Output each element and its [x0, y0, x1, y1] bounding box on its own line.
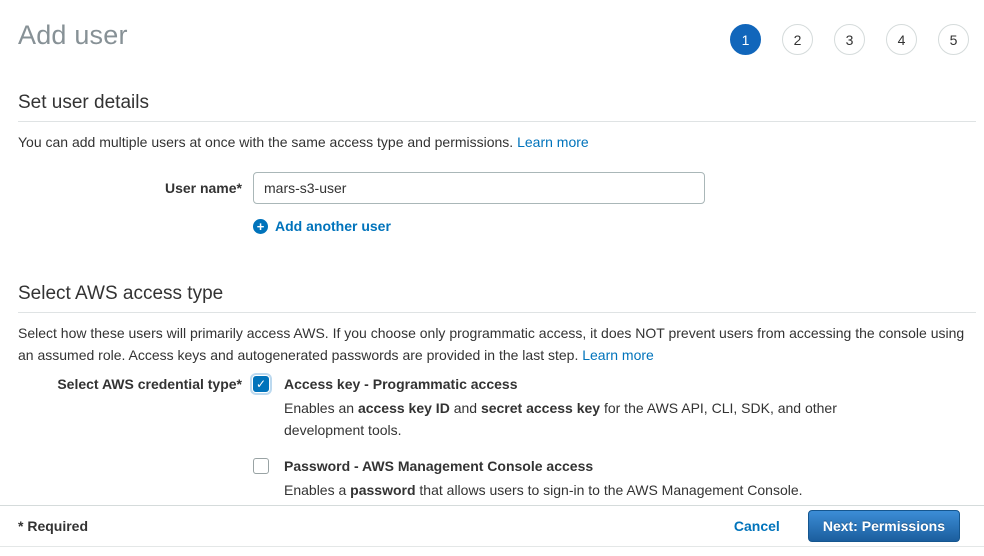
- required-note: * Required: [18, 518, 88, 534]
- password-option-body: Password - AWS Management Console access…: [284, 457, 803, 501]
- wizard-step-3: 3: [834, 24, 865, 55]
- username-input[interactable]: [253, 172, 705, 204]
- credential-type-label: Select AWS credential type*: [18, 375, 253, 501]
- add-another-user-label: Add another user: [275, 218, 391, 234]
- set-user-details-section: Set user details You can add multiple us…: [0, 92, 984, 234]
- access-type-intro: Select how these users will primarily ac…: [18, 322, 976, 366]
- cancel-button[interactable]: Cancel: [734, 518, 780, 534]
- access-key-option: ✓ Access key - Programmatic access Enabl…: [253, 375, 844, 441]
- access-key-option-desc: Enables an access key ID and secret acce…: [284, 397, 844, 441]
- wizard-step-1: 1: [730, 24, 761, 55]
- next-permissions-button[interactable]: Next: Permissions: [808, 510, 960, 542]
- access-key-option-title: Access key - Programmatic access: [284, 375, 844, 394]
- set-user-details-heading: Set user details: [18, 92, 976, 122]
- add-another-user-link[interactable]: + Add another user: [253, 218, 391, 234]
- access-type-intro-text: Select how these users will primarily ac…: [18, 325, 964, 363]
- credential-type-row: Select AWS credential type* ✓ Access key…: [18, 375, 976, 501]
- password-option-title: Password - AWS Management Console access: [284, 457, 803, 476]
- add-user-page: Add user 1 2 3 4 5 Set user details You …: [0, 0, 984, 556]
- user-details-intro-text: You can add multiple users at once with …: [18, 134, 513, 150]
- wizard-step-2: 2: [782, 24, 813, 55]
- password-option: Password - AWS Management Console access…: [253, 457, 844, 501]
- learn-more-link-access-type[interactable]: Learn more: [582, 347, 654, 363]
- username-control: + Add another user: [253, 172, 976, 234]
- access-key-checkbox[interactable]: ✓: [253, 376, 269, 392]
- select-access-type-heading: Select AWS access type: [18, 283, 976, 313]
- username-label: User name*: [18, 172, 253, 234]
- wizard-step-4: 4: [886, 24, 917, 55]
- check-icon: ✓: [256, 378, 266, 390]
- access-key-option-body: Access key - Programmatic access Enables…: [284, 375, 844, 441]
- password-checkbox[interactable]: [253, 458, 269, 474]
- learn-more-link-user-details[interactable]: Learn more: [517, 134, 589, 150]
- username-row: User name* + Add another user: [18, 172, 976, 234]
- page-header: Add user 1 2 3 4 5: [0, 0, 984, 70]
- footer-actions: Cancel Next: Permissions: [734, 510, 960, 542]
- password-option-desc: Enables a password that allows users to …: [284, 479, 803, 501]
- credential-options: ✓ Access key - Programmatic access Enabl…: [253, 375, 844, 501]
- user-details-intro: You can add multiple users at once with …: [18, 131, 976, 153]
- plus-icon: +: [253, 219, 268, 234]
- wizard-footer: * Required Cancel Next: Permissions: [0, 505, 984, 547]
- wizard-step-5: 5: [938, 24, 969, 55]
- select-access-type-section: Select AWS access type Select how these …: [0, 283, 984, 501]
- wizard-steps: 1 2 3 4 5: [730, 24, 969, 55]
